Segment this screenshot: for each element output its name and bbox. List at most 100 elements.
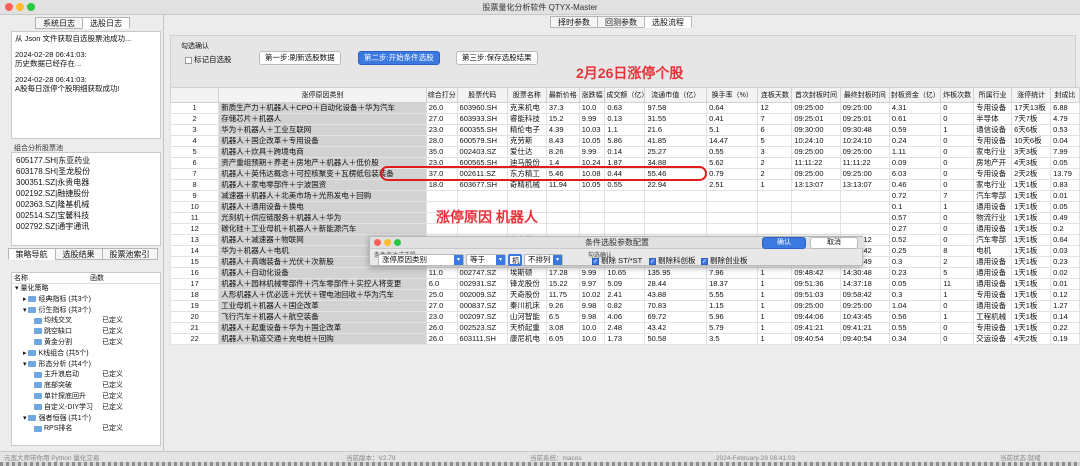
tree-node[interactable]: 均线交叉 已定义 bbox=[12, 316, 160, 327]
tree-node[interactable]: 底部突破 已定义 bbox=[12, 381, 160, 392]
tab-selection-log[interactable]: 选股日志 bbox=[82, 17, 130, 29]
table-row[interactable]: 17 机器人＋园林机械零部件＋汽车零部件＋实控人将变更 6.0 002931.SZ 锋龙… bbox=[169, 278, 1080, 290]
table-row[interactable]: 11 光刻机＋供应链服务＋机器人＋华为 0.57 0 物流行业 1天1板 0.49 bbox=[169, 212, 1080, 224]
dialog-maximize-icon[interactable] bbox=[394, 239, 401, 246]
chevron-down-icon: ▾ bbox=[496, 255, 505, 265]
step2-start-button[interactable]: 第二步:开始条件选股 bbox=[358, 51, 440, 65]
tree-node[interactable]: 跳空缺口 已定义 bbox=[12, 327, 160, 338]
tree-node[interactable]: 黄金分割 已定义 bbox=[12, 338, 160, 349]
table-row[interactable]: 6 资产重组预期＋养老＋房地产＋机器人＋低价股 23.0 600565.SH 迪马股份 1… bbox=[169, 157, 1080, 169]
table-row[interactable]: 9 减速器＋机器人＋北美市场＋光热发电＋回购 0.72 7 汽车零部 1天1板 0.01 bbox=[169, 190, 1080, 202]
table-cell bbox=[757, 212, 793, 224]
table-cell: 专用设备 bbox=[973, 135, 1013, 147]
pool-item[interactable]: 002192.SZ|融捷股份 bbox=[16, 188, 156, 199]
table-row[interactable]: 22 机器人＋轨道交通＋充电桩＋回购 26.0 603111.SH 康尼机电 6.05 10… bbox=[169, 333, 1080, 345]
tab-timing-params[interactable]: 择时参数 bbox=[550, 16, 598, 28]
minimize-window-icon[interactable] bbox=[16, 3, 24, 11]
table-cell bbox=[545, 201, 580, 213]
table-cell: 交运设备 bbox=[973, 333, 1013, 345]
column-header[interactable]: 换手率（%） bbox=[706, 87, 759, 103]
table-cell: 15.22 bbox=[545, 278, 580, 290]
column-header[interactable]: 连板天数 bbox=[757, 87, 793, 103]
column-header[interactable]: 成交额（亿） bbox=[604, 87, 646, 103]
dialog-minimize-icon[interactable] bbox=[384, 239, 391, 246]
field-select[interactable]: 涨停原因类别 ▾ bbox=[378, 254, 464, 266]
exclude-st-checkbox[interactable]: ✓ 剔除 ST/*ST bbox=[592, 256, 642, 266]
column-header[interactable]: 首次封板时间 bbox=[791, 87, 841, 103]
step1-refresh-button[interactable]: 第一步:刷新选股数据 bbox=[259, 51, 341, 65]
exclude-gem-checkbox[interactable]: ✓ 剔除创业板 bbox=[701, 256, 748, 266]
operator-select[interactable]: 等于 ▾ bbox=[466, 254, 506, 266]
pool-item[interactable]: 002514.SZ|宝馨科技 bbox=[16, 210, 156, 221]
ok-button[interactable]: 确认 bbox=[762, 237, 806, 249]
mark-favorite-checkbox[interactable]: 标记自选股 bbox=[185, 54, 232, 65]
column-header[interactable]: 最终封板时间 bbox=[839, 87, 890, 103]
tab-selection-flow[interactable]: 选股流程 bbox=[644, 16, 692, 28]
tree-node[interactable]: ▾ 量化策略 bbox=[12, 284, 160, 295]
tree-node[interactable]: 单针探底回升 已定义 bbox=[12, 392, 160, 403]
table-row[interactable]: 19 工业母机＋机器人＋国企改革 27.0 000837.SZ 秦川机床 9.26 9.98… bbox=[169, 300, 1080, 312]
pool-item[interactable]: 002363.SZ|隆基机械 bbox=[16, 199, 156, 210]
column-header[interactable]: 所属行业 bbox=[973, 87, 1013, 103]
pool-item[interactable]: 603178.SH|圣龙股份 bbox=[16, 166, 156, 177]
pool-item[interactable]: 605177.SH|东亚药业 bbox=[16, 155, 156, 166]
table-cell: 0.01 bbox=[1050, 190, 1080, 202]
tree-node[interactable]: ▸ 经典指标 (共3个) bbox=[12, 295, 160, 306]
table-cell bbox=[506, 190, 547, 202]
tab-backtest-params[interactable]: 回测参数 bbox=[597, 16, 645, 28]
tree-node[interactable]: ▾ 形态分析 (共4个) bbox=[12, 360, 160, 371]
table-row[interactable]: 20 飞行汽车＋机器人＋航空装备 23.0 002097.SZ 山河智能 6.5 9.98 4… bbox=[169, 311, 1080, 323]
tree-node[interactable]: ▾ 强者恒强 (共1个) bbox=[12, 414, 160, 425]
table-row[interactable]: 16 机器人＋自动化设备 11.0 002747.SZ 埃斯顿 17.28 9.99 10.6… bbox=[169, 267, 1080, 279]
stock-pool-list[interactable]: 605177.SH|东亚药业 603178.SH|圣龙股份 300351.SZ|… bbox=[11, 152, 161, 246]
pool-item[interactable]: 002792.SZ|通宇通讯 bbox=[16, 221, 156, 232]
exclude-star-checkbox[interactable]: ✓ 剔除科创板 bbox=[649, 256, 696, 266]
cancel-button[interactable]: 取消 bbox=[810, 237, 858, 249]
column-header[interactable]: 流通市值（亿） bbox=[644, 87, 708, 103]
table-cell: 8.43 bbox=[545, 135, 580, 147]
column-header[interactable]: 综合打分 bbox=[425, 87, 458, 103]
column-header[interactable]: 股票名称 bbox=[506, 87, 547, 103]
table-row[interactable]: 8 机器人＋家电零部件＋宁波国资 18.0 603677.SH 奇精机械 11.94 10.… bbox=[169, 179, 1080, 191]
column-header[interactable]: 炸板次数 bbox=[940, 87, 975, 103]
maximize-window-icon[interactable] bbox=[27, 3, 35, 11]
tree-node[interactable]: ▾ 衍生指标 (共3个) bbox=[12, 306, 160, 317]
column-header[interactable]: 涨跌幅 bbox=[578, 87, 606, 103]
table-row[interactable]: 3 华为＋机器人＋工业互联网 23.0 600355.SH 精伦电子 4.39 10.03 1… bbox=[169, 124, 1080, 136]
log-line: 从 Json 文件获取自选股票池成功... bbox=[15, 34, 132, 43]
table-row[interactable]: 1 新质生产力＋机器人＋CPO＋自动化设备＋华为汽车 26.0 603960.SH 克来… bbox=[169, 102, 1080, 114]
tab-system-log[interactable]: 系统日志 bbox=[35, 17, 83, 29]
table-cell: 0.01 bbox=[1050, 278, 1080, 290]
table-row[interactable]: 10 机器人＋通用设备＋换电 0.1 1 通用设备 1天1板 0.05 bbox=[169, 201, 1080, 213]
table-cell bbox=[604, 190, 646, 202]
table-row[interactable]: 2 存储芯片＋机器人 27.0 603933.SH 睿能科技 15.2 9.99 0.13 31… bbox=[169, 113, 1080, 125]
tree-node[interactable]: 主升浪启动 已定义 bbox=[12, 370, 160, 381]
tree-node[interactable]: ▸ K线组合 (共5个) bbox=[12, 349, 160, 360]
table-row[interactable]: 5 机器人＋炊具＋跨境电商 35.0 002403.SZ 爱仕达 8.26 9.99 0.14… bbox=[169, 146, 1080, 158]
tree-node[interactable]: 自定义-DIY学习 已定义 bbox=[12, 403, 160, 414]
step3-save-button[interactable]: 第三步:保存选股结果 bbox=[456, 51, 538, 65]
column-header[interactable] bbox=[169, 87, 220, 103]
column-header[interactable]: 股票代码 bbox=[456, 87, 508, 103]
column-header[interactable]: 封成比 bbox=[1050, 87, 1080, 103]
sort-select[interactable]: 不排列 ▾ bbox=[524, 254, 563, 266]
table-row[interactable]: 12 碳化硅＋工业母机＋机器人＋新能源汽车 0.27 0 通用设备 1天1板 0.2 bbox=[169, 223, 1080, 235]
column-header[interactable]: 封板资金（亿） bbox=[888, 87, 942, 103]
table-row[interactable]: 18 人形机器人＋优必选＋光伏＋锂电池回收＋华为汽车 25.0 002009.SZ 天奇… bbox=[169, 289, 1080, 301]
close-window-icon[interactable] bbox=[5, 3, 13, 11]
table-row[interactable]: 7 机器人＋英伟达概念＋可控核聚变＋瓦楞纸包装装备 37.0 002611.SZ 东方精… bbox=[169, 168, 1080, 180]
column-header[interactable]: 涨停统计 bbox=[1011, 87, 1052, 103]
tree-node[interactable]: RPS排名 已定义 bbox=[12, 424, 160, 435]
table-row[interactable]: 4 机器人＋国企改革＋专用设备 28.0 600579.SH 克劳斯 8.43 10.05 5… bbox=[169, 135, 1080, 147]
table-row[interactable]: 21 机器人＋起重设备＋华为＋国企改革 26.0 002523.SZ 天桥起重 3.08 1… bbox=[169, 322, 1080, 334]
value-input[interactable]: 机 bbox=[508, 254, 522, 266]
column-header[interactable]: 涨停原因类别 bbox=[218, 87, 427, 103]
tab-strategy-nav[interactable]: 策略导航 bbox=[7, 248, 56, 260]
dialog-close-icon[interactable] bbox=[374, 239, 381, 246]
column-header[interactable]: 最新价格 bbox=[545, 87, 580, 103]
tab-selection-result[interactable]: 选股结果 bbox=[54, 248, 103, 260]
tab-pool-index[interactable]: 股票池索引 bbox=[101, 248, 158, 260]
pool-item[interactable]: 300351.SZ|永贵电器 bbox=[16, 177, 156, 188]
table-cell: 1 bbox=[757, 300, 793, 312]
row-index: 22 bbox=[169, 333, 220, 345]
